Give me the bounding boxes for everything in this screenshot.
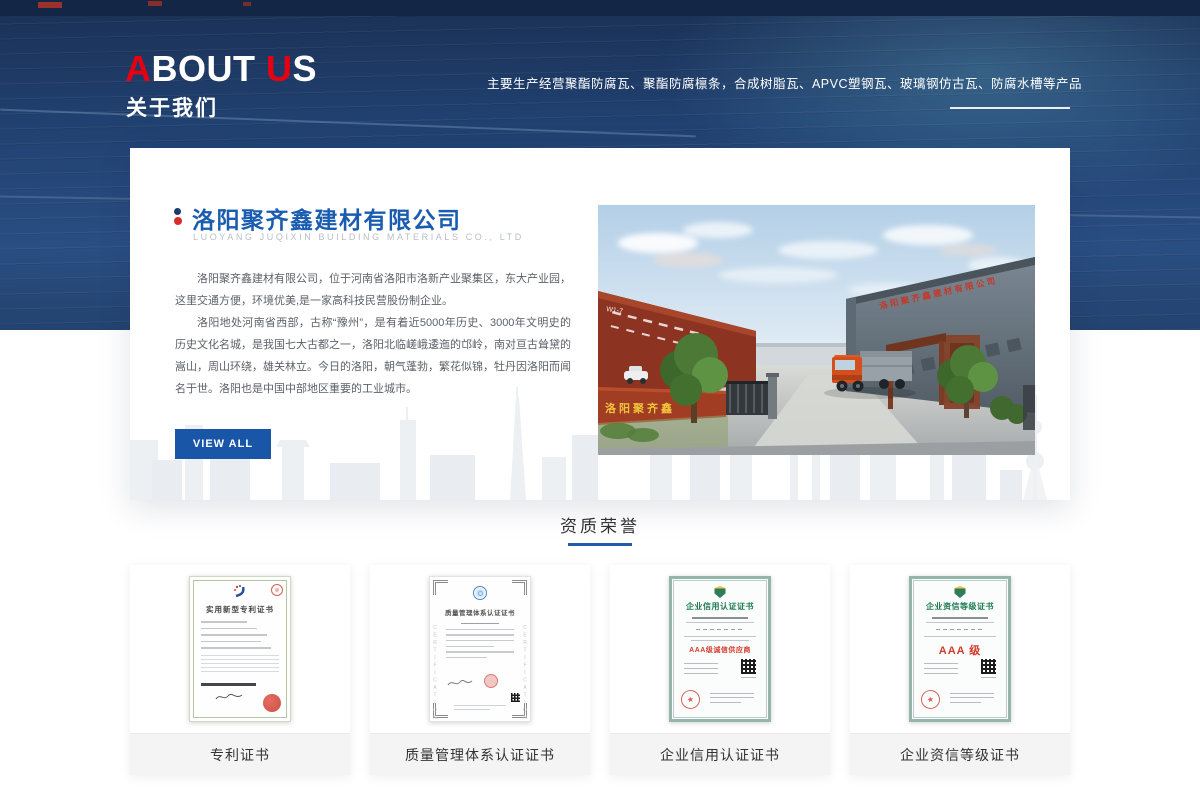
strip-decoration — [38, 2, 62, 8]
qr-code-icon — [741, 659, 756, 674]
certificate-card-patent[interactable]: 实用新型专利证书 专利证书 — [130, 565, 350, 775]
quality-logo-icon — [473, 586, 487, 600]
qr-code-icon — [511, 693, 520, 702]
certificate-image: 企业信用认证证书 AAA级诚信供应商 ★ — [610, 565, 830, 733]
certificate-image: 实用新型专利证书 — [130, 565, 350, 733]
text-lines — [684, 663, 718, 678]
honors-title-underline — [568, 543, 632, 546]
intro-paragraph: 洛阳地处河南省西部，古称“豫州”，是有着近5000年历史、3000年文明史的历史… — [175, 312, 571, 400]
text-line — [926, 622, 993, 623]
certificate-label: 企业资信等级证书 — [850, 733, 1070, 775]
certificate-card-credit[interactable]: 企业信用认证证书 AAA级诚信供应商 ★ 企业信用认证证书 — [610, 565, 830, 775]
qr-caption-line — [981, 677, 996, 678]
certificate-row: 实用新型专利证书 专利证书 质量管理体系认证证书 — [130, 565, 1070, 775]
certificate-label: 质量管理体系认证证书 — [370, 733, 590, 775]
text-paragraph — [201, 655, 279, 675]
side-text: CERTIFICATION — [432, 625, 438, 723]
tagline-underline — [950, 107, 1070, 109]
strip-decoration — [243, 2, 251, 6]
dash-divider — [696, 629, 744, 630]
company-name-en: LUOYANG JUQIXIN BUILDING MATERIALS CO., … — [193, 232, 524, 242]
view-all-button[interactable]: VIEW ALL — [175, 429, 271, 459]
footer-lines — [454, 705, 506, 713]
red-seal-icon — [484, 674, 498, 688]
certificate-image: 企业资信等级证书 AAA 级 ★ — [850, 565, 1070, 733]
intro-paragraph: 洛阳聚齐鑫建材有限公司，位于河南省洛阳市洛新产业聚集区，东大产业园，这里交通方便… — [175, 268, 571, 312]
divider-bar — [201, 683, 256, 686]
honors-section-title: 资质荣誉 — [0, 512, 1200, 537]
red-seal-icon — [263, 694, 281, 712]
red-seal-icon: ★ — [919, 688, 942, 711]
dash-divider — [936, 629, 984, 630]
top-strip — [0, 0, 1200, 16]
corner-ornament — [512, 580, 527, 595]
qr-code-icon — [981, 659, 996, 674]
certificate-doc-title: 企业资信等级证书 — [912, 601, 1008, 612]
company-intro: 洛阳聚齐鑫建材有限公司，位于河南省洛阳市洛新产业聚集区，东大产业园，这里交通方便… — [175, 268, 571, 400]
patent-logo-icon — [233, 584, 247, 598]
shield-logo-icon — [715, 586, 726, 598]
company-name: 洛阳聚齐鑫建材有限公司 — [192, 201, 462, 235]
certificate-label: 专利证书 — [130, 733, 350, 775]
page-title-en: ABOUT US — [125, 48, 317, 90]
products-tagline: 主要生产经营聚酯防腐瓦、聚酯防腐檩条，合成树脂瓦、APVC塑钢瓦、玻璃钢仿古瓦、… — [487, 73, 1082, 92]
company-line — [692, 617, 748, 619]
strip-decoration — [148, 1, 162, 6]
text-line — [924, 636, 997, 637]
certificate-image: 质量管理体系认证证书 CERTIFICATION CERTIFICATION — [370, 565, 590, 733]
qr-caption-line — [741, 677, 756, 678]
red-seal-icon: ★ — [679, 688, 702, 711]
certificate-doc-title: 企业信用认证证书 — [672, 601, 768, 612]
certificate-highlight: AAA 级 — [912, 642, 1008, 658]
certificate-doc-title: 质量管理体系认证证书 — [430, 607, 530, 617]
corner-ornament — [433, 580, 448, 595]
brand-dots-icon — [173, 208, 182, 225]
company-line — [932, 617, 988, 619]
shield-logo-icon — [955, 586, 966, 598]
wall-sign-left: 洛阳聚齐鑫 — [605, 401, 675, 415]
text-line — [691, 640, 749, 641]
text-lines — [446, 623, 514, 663]
signature — [446, 677, 474, 689]
text-line — [686, 622, 753, 623]
signature — [214, 690, 244, 704]
page-title-cn: 关于我们 — [126, 92, 218, 122]
side-text: CERTIFICATION — [522, 625, 528, 723]
certificate-label: 企业信用认证证书 — [610, 733, 830, 775]
certificate-doc-title: 实用新型专利证书 — [190, 604, 290, 615]
about-card: 洛阳聚齐鑫建材有限公司 LUOYANG JUQIXIN BUILDING MAT… — [130, 148, 1070, 500]
certificate-card-rating[interactable]: 企业资信等级证书 AAA 级 ★ 企业资信等级证书 — [850, 565, 1070, 775]
truck — [824, 351, 916, 399]
footer-lines — [710, 693, 754, 707]
factory-photo: W1-7 洛阳聚齐鑫建材有限公司 — [598, 205, 1035, 455]
patent-badge-icon — [271, 584, 283, 596]
text-line — [684, 636, 757, 637]
text-lines — [924, 663, 958, 678]
certificate-card-quality[interactable]: 质量管理体系认证证书 CERTIFICATION CERTIFICATION 质… — [370, 565, 590, 775]
text-lines — [201, 621, 271, 654]
certificate-highlight: AAA级诚信供应商 — [672, 645, 768, 655]
footer-lines — [950, 693, 994, 707]
